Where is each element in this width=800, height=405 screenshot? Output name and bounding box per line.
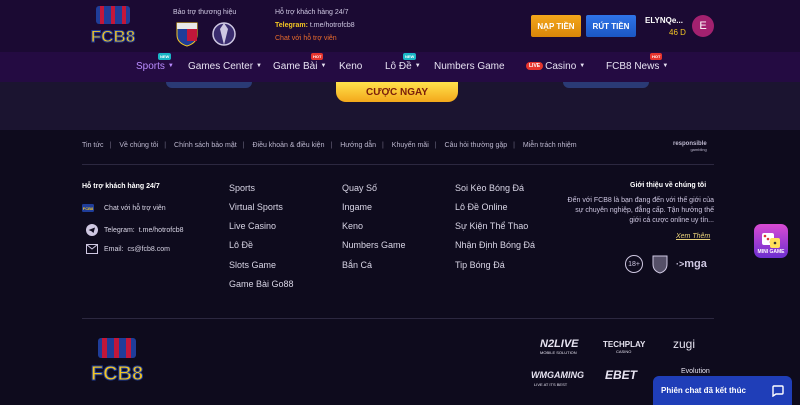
svg-text:FCB8: FCB8 bbox=[91, 27, 135, 46]
support-column-title: Hỗ trợ khách hàng 24/7 bbox=[82, 183, 160, 190]
footer-link-quay-so[interactable]: Quay Số bbox=[342, 183, 377, 193]
footer-link-numbers-game[interactable]: Numbers Game bbox=[342, 240, 406, 250]
chevron-down-icon: ▼ bbox=[662, 63, 669, 70]
responsible-gambling-logo: responsible gambling bbox=[673, 141, 707, 152]
footer-link-game-bai[interactable]: Game Bài Go88 bbox=[229, 279, 294, 289]
footer-link-news[interactable]: Tin tức bbox=[82, 142, 104, 149]
fcb8-logo[interactable]: FCB8 bbox=[86, 4, 140, 48]
zugi-logo: zugi bbox=[673, 337, 696, 351]
footer-telegram[interactable]: Telegram: t.me/hotrofcb8 bbox=[86, 224, 183, 236]
support-telegram[interactable]: Telegram: t.me/hotrofcb8 bbox=[275, 22, 355, 29]
avatar[interactable]: E bbox=[692, 15, 714, 37]
club-crest-icon bbox=[212, 22, 236, 46]
nav-item-games-center[interactable]: Games Center ▼ bbox=[188, 61, 262, 72]
footer-link-lo-de[interactable]: Lô Đề bbox=[229, 240, 253, 250]
wmgaming-logo: WMGAMING bbox=[531, 370, 584, 380]
chat-status-label: Phiên chat đã kết thúc bbox=[661, 386, 746, 395]
evolution-logo: Evolution bbox=[681, 368, 710, 375]
fcb8-footer-logo: FCB8 bbox=[90, 338, 144, 386]
n2live-logo: N2LIVE bbox=[540, 338, 579, 350]
footer-link-ingame[interactable]: Ingame bbox=[342, 202, 372, 212]
banner-left-button[interactable] bbox=[166, 82, 252, 88]
new-badge: NEW bbox=[403, 53, 417, 60]
chat-widget[interactable]: Phiên chat đã kết thúc bbox=[653, 376, 792, 405]
nav-item-keno[interactable]: Keno bbox=[339, 61, 362, 72]
hot-badge: HOT bbox=[650, 53, 663, 60]
footer-link-virtual-sports[interactable]: Virtual Sports bbox=[229, 202, 283, 212]
footer-chat-link[interactable]: FCB8 Chat với hỗ trợ viên bbox=[82, 202, 166, 214]
svg-text:FCB8: FCB8 bbox=[91, 363, 143, 385]
techplay-tagline: CASINO bbox=[616, 349, 632, 354]
footer-link-terms[interactable]: Điều khoản & điều kiện bbox=[252, 142, 324, 149]
nav-item-fcb8-news[interactable]: FCB8 News ▼ HOT bbox=[606, 53, 669, 72]
support-chat-link[interactable]: Chat với hỗ trợ viên bbox=[275, 35, 337, 42]
footer-link-nhan-dinh[interactable]: Nhận Định Bóng Đá bbox=[455, 240, 535, 250]
footer-link-su-kien[interactable]: Sự Kiện Thể Thao bbox=[455, 221, 528, 231]
chevron-down-icon: ▼ bbox=[320, 63, 327, 70]
about-title: Giới thiệu về chúng tôi bbox=[630, 182, 707, 189]
live-badge: LIVE bbox=[526, 62, 544, 71]
footer-email[interactable]: Email: cs@fcb8.com bbox=[86, 243, 170, 255]
divider bbox=[82, 318, 714, 319]
balance: 46 D bbox=[669, 28, 686, 37]
telegram-icon bbox=[86, 224, 98, 236]
footer-link-slots[interactable]: Slots Game bbox=[229, 260, 276, 270]
support-title: Hỗ trợ khách hàng 24/7 bbox=[275, 9, 349, 16]
footer-link-faq[interactable]: Câu hỏi thường gặp bbox=[445, 142, 508, 149]
ebet-logo: EBET bbox=[605, 368, 638, 382]
wmgaming-tagline: LIVE AT ITS BEST bbox=[534, 382, 568, 387]
shield-icon bbox=[652, 255, 668, 274]
footer-link-soi-keo[interactable]: Soi Kèo Bóng Đá bbox=[455, 183, 524, 193]
divider bbox=[82, 164, 714, 165]
email-icon bbox=[86, 243, 98, 255]
nav-item-numbers-game[interactable]: Numbers Game bbox=[434, 61, 505, 72]
footer-links: Tin tức | Về chúng tôi | Chính sách bảo mậ… bbox=[82, 142, 577, 149]
mga-logo: ·>mga bbox=[676, 258, 707, 270]
nav-item-casino[interactable]: LIVE Casino ▼ bbox=[526, 61, 585, 72]
nav-item-game-bai[interactable]: Game Bài ▼ HOT bbox=[273, 53, 327, 72]
chevron-down-icon: ▼ bbox=[167, 63, 174, 70]
footer-link-tip[interactable]: Tip Bóng Đá bbox=[455, 260, 505, 270]
withdraw-button[interactable]: RÚT TIỀN bbox=[586, 15, 636, 37]
nav-item-lo-de[interactable]: Lô Đề ▼ NEW bbox=[385, 53, 421, 72]
deposit-button[interactable]: NẠP TIỀN bbox=[531, 15, 581, 37]
chevron-down-icon: ▼ bbox=[414, 63, 421, 70]
footer-link-about[interactable]: Về chúng tôi bbox=[119, 142, 158, 149]
banner-strip: CƯỢC NGAY bbox=[0, 82, 800, 130]
mini-game-button[interactable]: MINI GAME bbox=[754, 224, 788, 258]
chevron-down-icon: ▼ bbox=[579, 63, 586, 70]
banner-right-button[interactable] bbox=[563, 82, 649, 88]
techplay-logo: TECHPLAY bbox=[603, 340, 646, 349]
dice-icon bbox=[762, 233, 780, 248]
barcelona-crest-icon bbox=[176, 22, 198, 47]
about-text: Đến với FCB8 là bạn đang đến với thế giớ… bbox=[567, 197, 714, 224]
chat-bubble-icon bbox=[772, 384, 784, 397]
header: FCB8 Bảo trợ thương hiệu Hỗ trợ khách hà… bbox=[0, 0, 800, 52]
footer-link-guide[interactable]: Hướng dẫn bbox=[340, 142, 376, 149]
fcb8-mini-icon: FCB8 bbox=[82, 202, 94, 214]
nav-item-sports[interactable]: Sports ▼ NEW bbox=[136, 53, 174, 72]
footer-link-lo-de-online[interactable]: Lô Đề Online bbox=[455, 202, 508, 212]
footer-link-promo[interactable]: Khuyến mãi bbox=[392, 142, 429, 149]
main-nav: Sports ▼ NEW Games Center ▼ Game Bài ▼ HOT … bbox=[0, 52, 800, 82]
footer-link-sports[interactable]: Sports bbox=[229, 183, 255, 193]
sponsor-title: Bảo trợ thương hiệu bbox=[173, 9, 237, 16]
see-more-link[interactable]: Xem Thêm bbox=[676, 233, 710, 240]
hot-badge: HOT bbox=[311, 53, 324, 60]
bet-now-button[interactable]: CƯỢC NGAY bbox=[336, 82, 458, 102]
age-18-icon: 18+ bbox=[625, 255, 643, 273]
footer-link-privacy[interactable]: Chính sách bảo mật bbox=[174, 142, 237, 149]
footer-link-keno[interactable]: Keno bbox=[342, 221, 363, 231]
chevron-down-icon: ▼ bbox=[256, 63, 262, 70]
footer-link-live-casino[interactable]: Live Casino bbox=[229, 221, 276, 231]
footer-link-ban-ca[interactable]: Bắn Cá bbox=[342, 260, 372, 270]
username[interactable]: ELYNQe... bbox=[645, 16, 683, 25]
svg-text:FCB8: FCB8 bbox=[83, 206, 94, 211]
new-badge: NEW bbox=[158, 53, 172, 60]
n2live-tagline: MOBILE SOLUTION bbox=[540, 350, 577, 355]
footer-link-disclaimer[interactable]: Miễn trách nhiệm bbox=[523, 142, 577, 149]
